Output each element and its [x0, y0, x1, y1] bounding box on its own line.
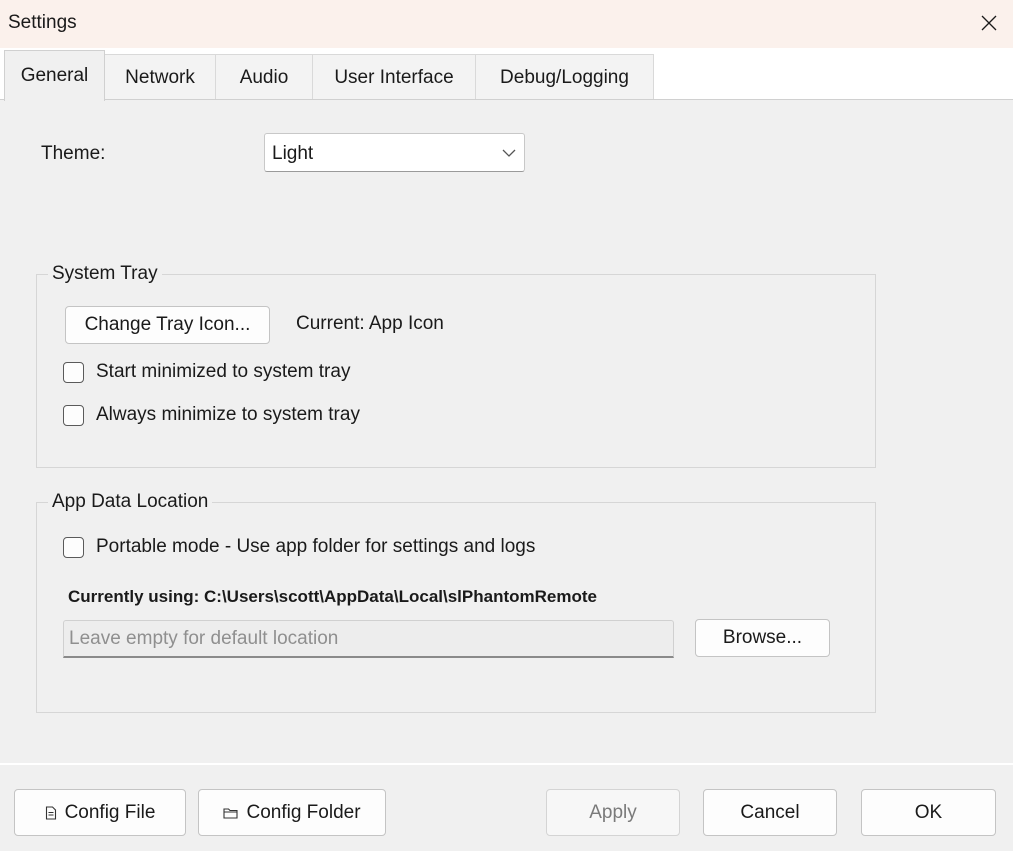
start-minimized-label: Start minimized to system tray: [96, 361, 351, 382]
browse-button[interactable]: Browse...: [695, 619, 830, 657]
start-minimized-checkbox[interactable]: Start minimized to system tray: [63, 361, 350, 383]
app-data-path-input[interactable]: [63, 620, 674, 658]
cancel-button[interactable]: Cancel: [703, 789, 837, 836]
start-minimized-checkbox-box[interactable]: [63, 361, 84, 383]
always-minimize-label: Always minimize to system tray: [96, 404, 360, 425]
app-data-location-group: [36, 502, 876, 713]
tab-user-interface[interactable]: User Interface: [312, 54, 476, 100]
document-icon: [45, 805, 56, 820]
config-folder-label: Config Folder: [246, 801, 361, 823]
title-bar: Settings: [0, 0, 1013, 48]
always-minimize-checkbox-box[interactable]: [63, 404, 84, 426]
currently-using-path: Currently using: C:\Users\scott\AppData\…: [68, 587, 597, 606]
config-file-label: Config File: [64, 801, 156, 823]
tab-bar: General Network Audio User Interface Deb…: [0, 48, 1013, 101]
tab-audio[interactable]: Audio: [215, 54, 313, 100]
current-tray-icon-label: Current: App Icon: [296, 313, 444, 334]
portable-mode-checkbox-box[interactable]: [63, 536, 84, 558]
tab-debug-logging-label: Debug/Logging: [500, 66, 629, 88]
tab-debug-logging[interactable]: Debug/Logging: [475, 54, 654, 100]
tab-user-interface-label: User Interface: [334, 66, 454, 88]
app-data-location-group-title: App Data Location: [48, 491, 213, 513]
folder-icon: [223, 807, 239, 819]
tab-general-label: General: [20, 65, 89, 86]
theme-value: Light: [272, 143, 314, 164]
portable-mode-label: Portable mode - Use app folder for setti…: [96, 536, 536, 557]
chevron-down-icon: [502, 149, 516, 157]
theme-combobox[interactable]: Light: [264, 133, 525, 172]
theme-label: Theme:: [41, 143, 106, 164]
config-folder-button[interactable]: Config Folder: [198, 789, 386, 836]
close-button[interactable]: [965, 0, 1013, 46]
ok-button[interactable]: OK: [861, 789, 996, 836]
system-tray-group-title: System Tray: [48, 263, 162, 285]
tab-audio-label: Audio: [239, 66, 289, 88]
window-title: Settings: [8, 12, 77, 33]
change-tray-icon-button[interactable]: Change Tray Icon...: [65, 306, 270, 344]
tab-network[interactable]: Network: [104, 54, 216, 100]
config-file-button[interactable]: Config File: [14, 789, 186, 836]
tab-network-label: Network: [125, 66, 195, 88]
apply-button[interactable]: Apply: [546, 789, 680, 836]
always-minimize-checkbox[interactable]: Always minimize to system tray: [63, 404, 360, 426]
tab-general[interactable]: General: [4, 50, 105, 101]
close-icon: [981, 15, 997, 31]
portable-mode-checkbox[interactable]: Portable mode - Use app folder for setti…: [63, 536, 535, 558]
